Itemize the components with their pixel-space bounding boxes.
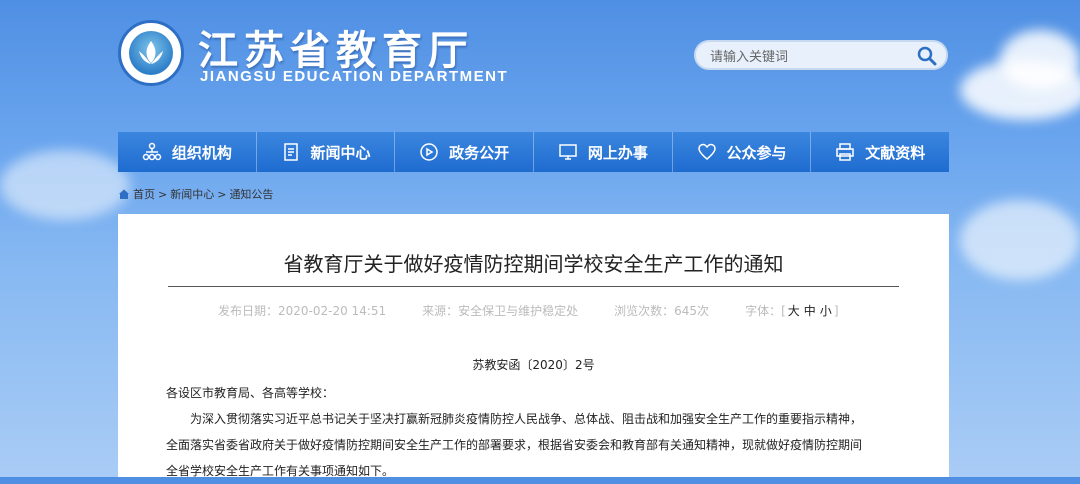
font-size-control: 字体：[大中小] [745, 304, 839, 318]
site-header: 江苏省教育厅 JIANGSU EDUCATION DEPARTMENT [0, 0, 1080, 130]
body-paragraph: 为深入贯彻落实习近平总书记关于坚决打赢新冠肺炎疫情防控人民战争、总体战、阻击战和… [190, 412, 863, 426]
recipient-line: 各设区市教育局、各高等学校： [166, 386, 335, 400]
breadcrumb-separator: > [158, 187, 168, 201]
document-icon [283, 143, 298, 161]
cloud-decoration [960, 200, 1080, 280]
breadcrumb-news[interactable]: 新闻中心 [170, 186, 214, 202]
font-large-button[interactable]: 大 [788, 304, 800, 318]
publish-date: 发布日期：2020-02-20 14:51 [218, 304, 387, 318]
article-panel: 省教育厅关于做好疫情防控期间学校安全生产工作的通知 发布日期：2020-02-2… [118, 214, 949, 478]
body-paragraph: 全省学校安全生产工作有关事项通知如下。 [166, 464, 395, 478]
breadcrumb-separator: > [217, 187, 227, 201]
search-icon[interactable] [916, 45, 938, 67]
nav-item-literature[interactable]: 文献资料 [811, 132, 949, 172]
logo-emblem-icon [129, 31, 173, 75]
font-small-button[interactable]: 小 [820, 304, 832, 318]
article-body: 各设区市教育局、各高等学校： 为深入贯彻落实习近平总书记关于坚决打赢新冠肺炎疫情… [166, 380, 906, 484]
home-icon [119, 189, 129, 199]
nav-label: 网上办事 [587, 143, 648, 162]
breadcrumb: 首页 > 新闻中心 > 通知公告 [118, 186, 273, 202]
nav-item-online-services[interactable]: 网上办事 [534, 132, 673, 172]
breadcrumb-notices[interactable]: 通知公告 [229, 186, 273, 202]
nav-item-organization[interactable]: 组织机构 [118, 132, 257, 172]
heart-icon [697, 143, 716, 160]
search-box [694, 40, 948, 70]
site-logo[interactable] [118, 20, 184, 86]
printer-icon [836, 143, 854, 161]
site-subtitle: JIANGSU EDUCATION DEPARTMENT [200, 68, 509, 85]
search-input[interactable] [708, 46, 912, 68]
body-paragraph: 全面落实省委省政府关于做好疫情防控期间安全生产工作的部署要求，根据省安委会和教育… [166, 438, 863, 452]
font-size-options: 大中小 [786, 304, 834, 318]
nav-label: 政务公开 [449, 143, 510, 162]
document-number: 苏教安函〔2020〕2号 [472, 358, 595, 372]
nav-item-news[interactable]: 新闻中心 [257, 132, 396, 172]
view-count: 浏览次数：645次 [614, 304, 710, 318]
cloud-decoration [0, 150, 130, 220]
nav-label: 公众参与 [726, 143, 787, 162]
nav-item-government-affairs[interactable]: 政务公开 [395, 132, 535, 172]
font-size-label: 字体： [745, 304, 782, 318]
nav-label: 文献资料 [865, 143, 926, 162]
nav-label: 新闻中心 [310, 143, 371, 162]
nav-item-public-participation[interactable]: 公众参与 [673, 132, 812, 172]
article-meta: 发布日期：2020-02-20 14:51 来源：安全保卫与维护稳定处 浏览次数… [218, 302, 839, 319]
font-medium-button[interactable]: 中 [804, 304, 816, 318]
eye-icon [420, 143, 438, 161]
org-chart-icon [142, 142, 162, 161]
article-title: 省教育厅关于做好疫情防控期间学校安全生产工作的通知 [283, 252, 784, 276]
breadcrumb-home[interactable]: 首页 [133, 186, 155, 202]
monitor-icon [559, 144, 577, 160]
title-divider [168, 286, 899, 287]
article-source: 来源：安全保卫与维护稳定处 [422, 304, 579, 318]
main-nav: 组织机构 新闻中心 政务公开 网上办事 公众参与 文献资料 [118, 132, 949, 172]
nav-label: 组织机构 [171, 143, 232, 162]
